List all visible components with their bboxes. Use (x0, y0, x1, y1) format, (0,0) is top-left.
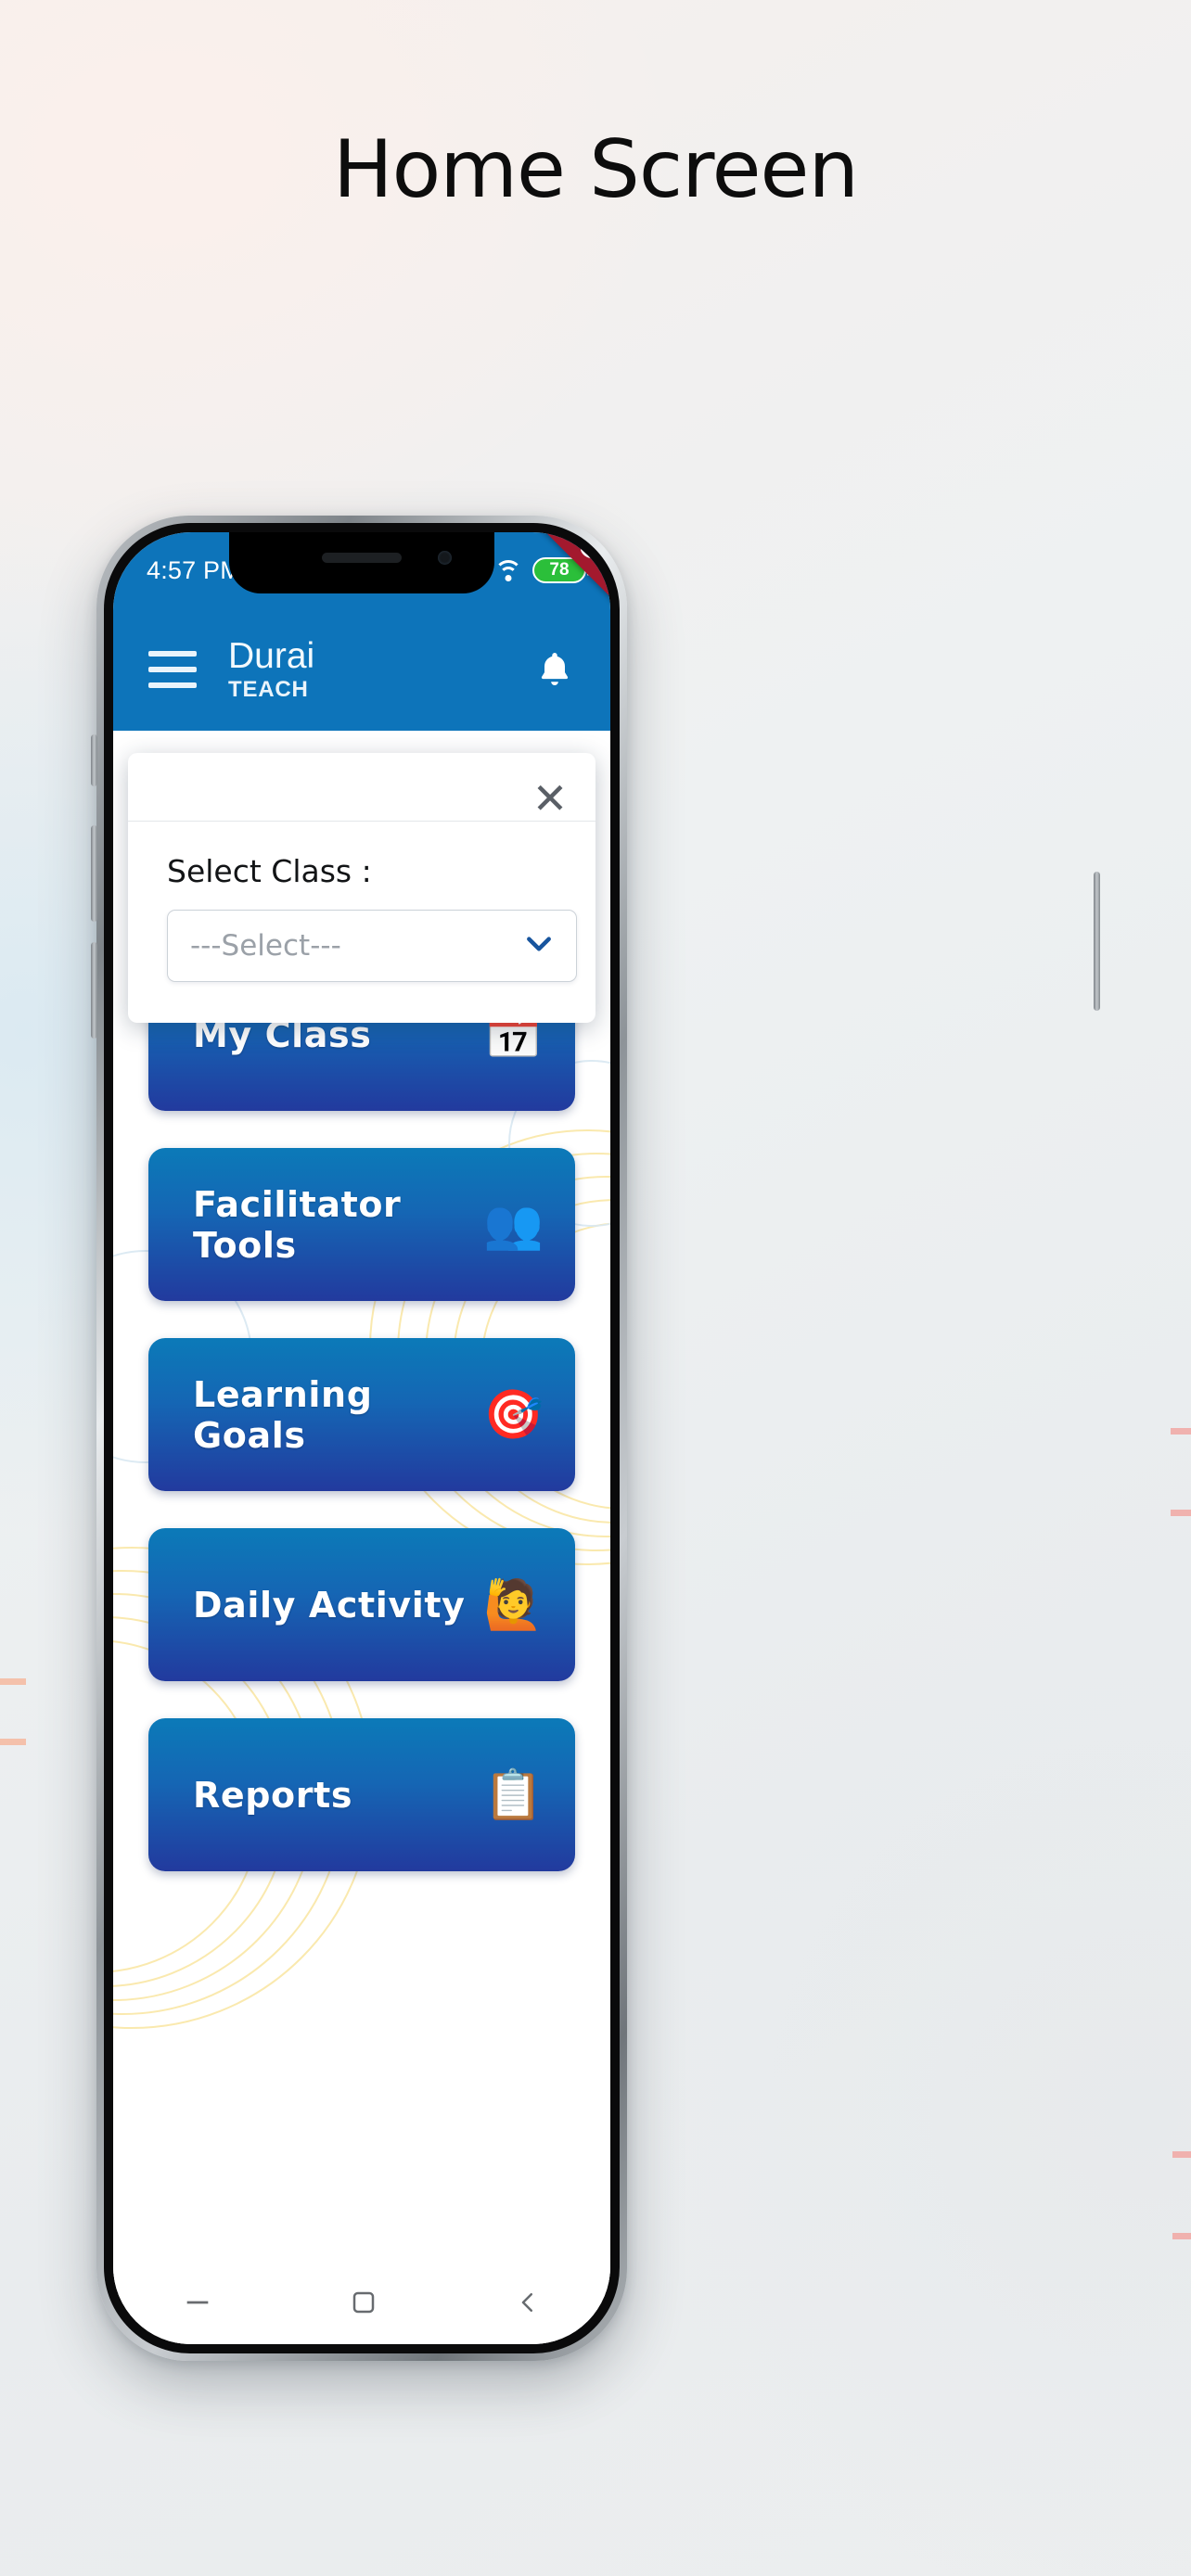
power-button[interactable] (1094, 872, 1100, 1011)
volume-up-button[interactable] (91, 825, 97, 922)
dialog-titlebar: ✕ (128, 753, 596, 822)
status-clock: 4:57 PM (147, 555, 241, 584)
bell-icon[interactable] (531, 644, 579, 695)
decorative-bracket-right-lower (1172, 2151, 1191, 2239)
select-class-dropdown[interactable]: ---Select--- (167, 910, 577, 982)
dialog-body: Select Class : ---Select--- (128, 822, 596, 1023)
close-icon[interactable]: ✕ (529, 777, 571, 820)
front-camera (438, 551, 452, 565)
hamburger-menu-icon[interactable] (148, 651, 197, 688)
phone-mockup-frame: DEBUG 4:57 PM (96, 516, 627, 2361)
decorative-bracket-right (1171, 1428, 1191, 1516)
modal-overlay: ✕ Select Class : ---Select--- (113, 731, 610, 2344)
app-header: DEBUG 4:57 PM (113, 532, 610, 731)
wifi-icon (494, 559, 522, 581)
page-title: Home Screen (333, 123, 859, 216)
earpiece-speaker (322, 553, 402, 563)
app-title: Durai (228, 636, 315, 676)
select-class-dialog: ✕ Select Class : ---Select--- (128, 753, 596, 1023)
app-bar: Durai TEACH (113, 608, 610, 731)
chevron-down-icon (524, 932, 554, 960)
select-class-label: Select Class : (167, 853, 372, 889)
decorative-bracket-left (0, 1678, 26, 1745)
app-body: Tracker 📊 My Class 📅 Facilitator Tools 👥… (113, 731, 610, 2344)
phone-notch (229, 532, 494, 593)
select-class-value: ---Select--- (190, 929, 341, 963)
volume-down-button[interactable] (91, 942, 97, 1039)
phone-screen: DEBUG 4:57 PM (113, 532, 610, 2344)
phone-bezel: DEBUG 4:57 PM (104, 523, 620, 2353)
app-bar-titles: Durai TEACH (228, 638, 314, 701)
app-subtitle: TEACH (228, 677, 309, 702)
silent-switch[interactable] (91, 734, 97, 786)
